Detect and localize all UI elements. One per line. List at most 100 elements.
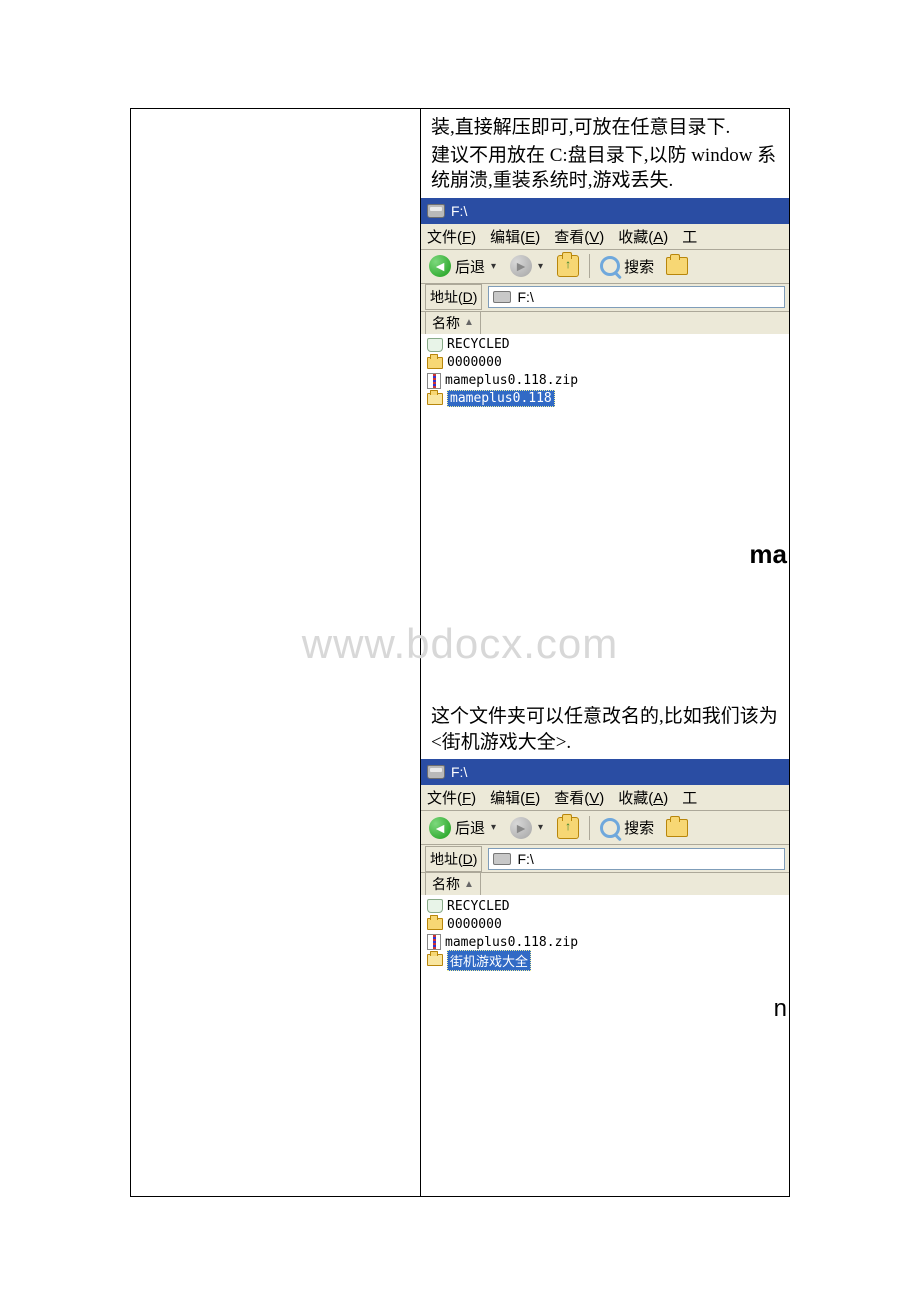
file-name-selected[interactable]: mameplus0.118 <box>447 390 555 407</box>
right-column: 装,直接解压即可,可放在任意目录下. 建议不用放在 C:盘目录下,以防 wind… <box>421 109 789 1196</box>
cropped-text: n <box>774 995 787 1023</box>
cropped-text: ma <box>749 539 787 570</box>
column-header-row: 名称 ▲ <box>421 312 789 334</box>
back-button[interactable]: ◄ 后退 ▾ <box>425 253 502 279</box>
up-button[interactable] <box>553 253 583 279</box>
up-folder-icon <box>557 255 579 277</box>
paragraph-2: 建议不用放在 C:盘目录下,以防 window 系统崩溃,重装系统时,游戏丢失. <box>421 143 789 196</box>
file-name: 0000000 <box>447 917 502 932</box>
folder-icon <box>427 357 443 369</box>
forward-icon: ► <box>510 817 532 839</box>
list-item[interactable]: 0000000 <box>421 915 789 933</box>
menu-bar[interactable]: 文件(F) 编辑(E) 查看(V) 收藏(A) 工 <box>421 224 789 250</box>
menu-file[interactable]: 文件(F) <box>427 787 476 808</box>
explorer-window-a: F:\ 文件(F) 编辑(E) 查看(V) 收藏(A) 工 ◄ 后退 ▾ ► ▾ <box>421 198 789 574</box>
chevron-down-icon[interactable]: ▾ <box>536 261 545 272</box>
search-button[interactable]: 搜索 <box>596 254 658 279</box>
recycle-icon <box>427 338 443 352</box>
drive-icon <box>427 204 445 218</box>
menu-fav[interactable]: 收藏(A) <box>618 226 668 247</box>
search-icon <box>600 256 620 276</box>
back-label: 后退 <box>455 256 485 277</box>
file-name-selected[interactable]: 街机游戏大全 <box>447 950 531 971</box>
explorer-window-b: F:\ 文件(F) 编辑(E) 查看(V) 收藏(A) 工 ◄ 后退 ▾ ► ▾ <box>421 759 789 1105</box>
toolbar: ◄ 后退 ▾ ► ▾ 搜索 <box>421 811 789 845</box>
folders-icon <box>666 819 688 837</box>
chevron-down-icon[interactable]: ▾ <box>536 822 545 833</box>
zip-icon <box>427 934 441 950</box>
menu-bar[interactable]: 文件(F) 编辑(E) 查看(V) 收藏(A) 工 <box>421 785 789 811</box>
list-item[interactable]: RECYCLED <box>421 336 789 354</box>
table-frame: 装,直接解压即可,可放在任意目录下. 建议不用放在 C:盘目录下,以防 wind… <box>130 108 790 1197</box>
menu-tools-cut[interactable]: 工 <box>682 787 697 808</box>
address-label: 地址(D) <box>425 284 482 310</box>
title-text: F:\ <box>451 764 467 780</box>
drive-icon <box>493 291 511 303</box>
forward-button[interactable]: ► ▾ <box>506 815 549 841</box>
file-name: 0000000 <box>447 355 502 370</box>
menu-file[interactable]: 文件(F) <box>427 226 476 247</box>
recycle-icon <box>427 899 443 913</box>
address-bar: 地址(D) F:\ <box>421 845 789 873</box>
column-name-header[interactable]: 名称 ▲ <box>425 872 481 896</box>
drive-icon <box>493 853 511 865</box>
address-label: 地址(D) <box>425 846 482 872</box>
title-text: F:\ <box>451 203 467 219</box>
titlebar[interactable]: F:\ <box>421 759 789 785</box>
menu-fav[interactable]: 收藏(A) <box>618 787 668 808</box>
back-label: 后退 <box>455 817 485 838</box>
file-name: RECYCLED <box>447 899 510 914</box>
list-item[interactable]: 街机游戏大全 <box>421 951 789 969</box>
address-value: F:\ <box>517 851 533 867</box>
list-item[interactable]: mameplus0.118.zip <box>421 372 789 390</box>
address-field[interactable]: F:\ <box>488 286 785 308</box>
sort-asc-icon: ▲ <box>464 879 474 890</box>
toolbar: ◄ 后退 ▾ ► ▾ 搜索 <box>421 250 789 284</box>
up-button[interactable] <box>553 815 583 841</box>
forward-icon: ► <box>510 255 532 277</box>
back-button[interactable]: ◄ 后退 ▾ <box>425 815 502 841</box>
back-icon: ◄ <box>429 817 451 839</box>
column-name-label: 名称 <box>432 874 460 894</box>
zip-icon <box>427 373 441 389</box>
folders-button[interactable] <box>662 255 692 277</box>
left-column <box>131 109 421 1196</box>
chevron-down-icon[interactable]: ▾ <box>489 261 498 272</box>
file-name: mameplus0.118.zip <box>445 373 578 388</box>
separator-icon <box>589 816 590 840</box>
sort-asc-icon: ▲ <box>464 317 474 328</box>
column-name-header[interactable]: 名称 ▲ <box>425 311 481 335</box>
search-label: 搜索 <box>624 817 654 838</box>
titlebar[interactable]: F:\ <box>421 198 789 224</box>
file-list[interactable]: RECYCLED 0000000 mameplus0.118.zip 街机游戏大… <box>421 895 789 1105</box>
address-bar: 地址(D) F:\ <box>421 284 789 312</box>
paragraph-1: 装,直接解压即可,可放在任意目录下. <box>421 115 789 143</box>
search-button[interactable]: 搜索 <box>596 815 658 840</box>
gap <box>421 574 789 704</box>
file-list[interactable]: RECYCLED 0000000 mameplus0.118.zip mamep… <box>421 334 789 574</box>
menu-tools-cut[interactable]: 工 <box>682 226 697 247</box>
back-icon: ◄ <box>429 255 451 277</box>
folder-icon <box>427 918 443 930</box>
menu-edit[interactable]: 编辑(E) <box>490 226 540 247</box>
list-item[interactable]: RECYCLED <box>421 897 789 915</box>
search-label: 搜索 <box>624 256 654 277</box>
folder-open-icon <box>427 393 443 405</box>
list-item[interactable]: mameplus0.118 <box>421 390 789 408</box>
list-item[interactable]: 0000000 <box>421 354 789 372</box>
file-name: RECYCLED <box>447 337 510 352</box>
search-icon <box>600 818 620 838</box>
column-name-label: 名称 <box>432 313 460 333</box>
menu-edit[interactable]: 编辑(E) <box>490 787 540 808</box>
file-name: mameplus0.118.zip <box>445 935 578 950</box>
menu-view[interactable]: 查看(V) <box>554 787 604 808</box>
chevron-down-icon[interactable]: ▾ <box>489 822 498 833</box>
list-item[interactable]: mameplus0.118.zip <box>421 933 789 951</box>
address-value: F:\ <box>517 289 533 305</box>
address-field[interactable]: F:\ <box>488 848 785 870</box>
folders-button[interactable] <box>662 817 692 839</box>
forward-button[interactable]: ► ▾ <box>506 253 549 279</box>
folders-icon <box>666 257 688 275</box>
column-header-row: 名称 ▲ <box>421 873 789 895</box>
menu-view[interactable]: 查看(V) <box>554 226 604 247</box>
